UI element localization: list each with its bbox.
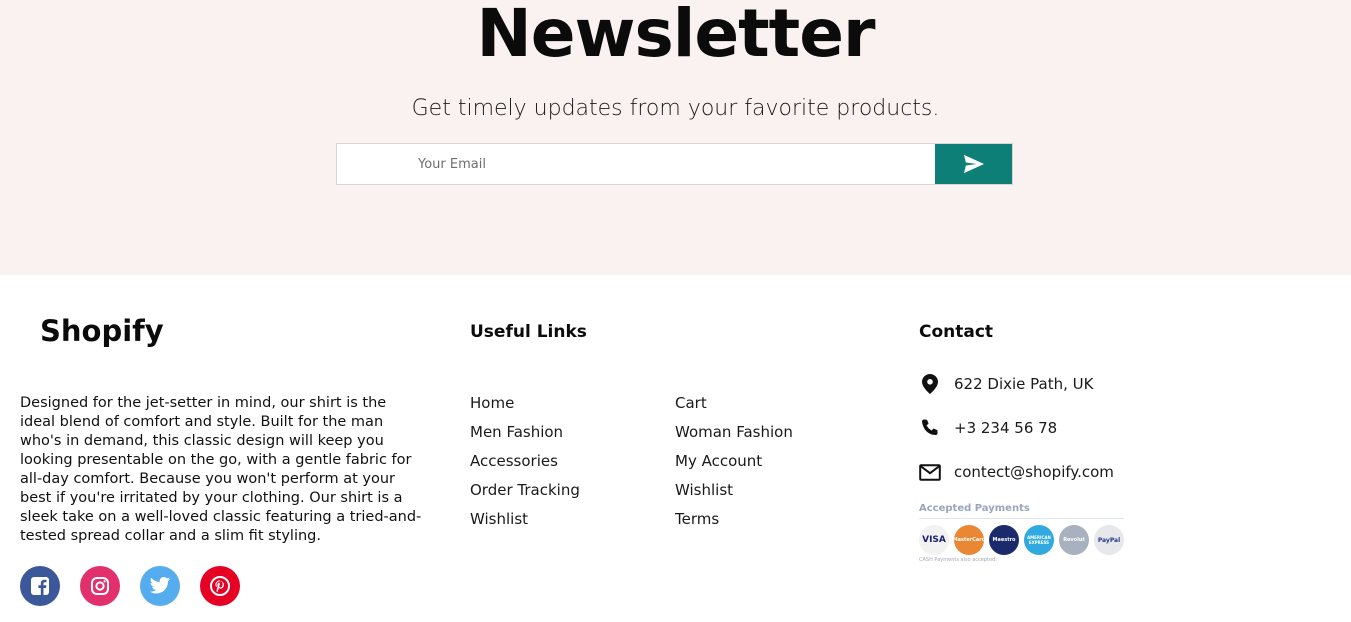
instagram-icon — [91, 577, 109, 595]
useful-links-col2: Cart Woman Fashion My Account Wishlist T… — [675, 394, 793, 539]
footer-link-wishlist-2[interactable]: Wishlist — [675, 481, 793, 510]
payment-icons: VISA MasterCard Maestro AMERICAN EXPRESS… — [919, 525, 1124, 555]
newsletter-form — [336, 143, 1013, 185]
send-button[interactable] — [935, 144, 1012, 184]
contact-phone-text[interactable]: +3 234 56 78 — [954, 419, 1057, 437]
amex-icon: AMERICAN EXPRESS — [1024, 525, 1054, 555]
payments-divider — [919, 518, 1124, 519]
footer-about-text: Designed for the jet-setter in mind, our… — [20, 395, 422, 544]
social-links — [20, 566, 240, 606]
pinterest-link[interactable] — [200, 566, 240, 606]
footer-link-my-account[interactable]: My Account — [675, 452, 793, 481]
contact-phone: +3 234 56 78 — [919, 417, 1057, 439]
instagram-link[interactable] — [80, 566, 120, 606]
visa-icon: VISA — [919, 525, 949, 555]
email-input[interactable] — [337, 144, 935, 184]
useful-links-title: Useful Links — [470, 322, 587, 342]
facebook-icon — [31, 577, 49, 595]
phone-icon — [919, 417, 941, 439]
maestro-icon: Maestro — [989, 525, 1019, 555]
twitter-icon — [149, 577, 171, 594]
footer-link-cart[interactable]: Cart — [675, 394, 793, 423]
footer-link-men-fashion[interactable]: Men Fashion — [470, 423, 580, 452]
footer-brand[interactable]: Shopify — [40, 314, 164, 348]
newsletter-section: Newsletter Get timely updates from your … — [0, 0, 1351, 275]
facebook-link[interactable] — [20, 566, 60, 606]
contact-email-text[interactable]: contect@shopify.com — [954, 463, 1114, 481]
footer-link-terms[interactable]: Terms — [675, 510, 793, 539]
footer-link-order-tracking[interactable]: Order Tracking — [470, 481, 580, 510]
paypal-icon: PayPal — [1094, 525, 1124, 555]
newsletter-title: Newsletter — [476, 0, 875, 72]
pinterest-icon — [210, 576, 230, 596]
send-icon — [963, 154, 984, 174]
revolut-icon: Revolut — [1059, 525, 1089, 555]
footer-link-wishlist[interactable]: Wishlist — [470, 510, 580, 539]
footer-link-home[interactable]: Home — [470, 394, 580, 423]
location-pin-icon — [919, 373, 941, 395]
twitter-link[interactable] — [140, 566, 180, 606]
contact-email: contect@shopify.com — [919, 461, 1114, 483]
contact-title: Contact — [919, 322, 994, 342]
mail-icon — [919, 461, 941, 483]
payments-note: CASH Payments also accepted. — [919, 557, 997, 563]
contact-address-text: 622 Dixie Path, UK — [954, 375, 1094, 393]
useful-links-col1: Home Men Fashion Accessories Order Track… — [470, 394, 580, 539]
footer-link-woman-fashion[interactable]: Woman Fashion — [675, 423, 793, 452]
newsletter-subtitle: Get timely updates from your favorite pr… — [411, 96, 940, 121]
contact-address: 622 Dixie Path, UK — [919, 373, 1093, 395]
payments-title: Accepted Payments — [919, 503, 1030, 514]
footer-link-accessories[interactable]: Accessories — [470, 452, 580, 481]
mastercard-icon: MasterCard — [954, 525, 984, 555]
